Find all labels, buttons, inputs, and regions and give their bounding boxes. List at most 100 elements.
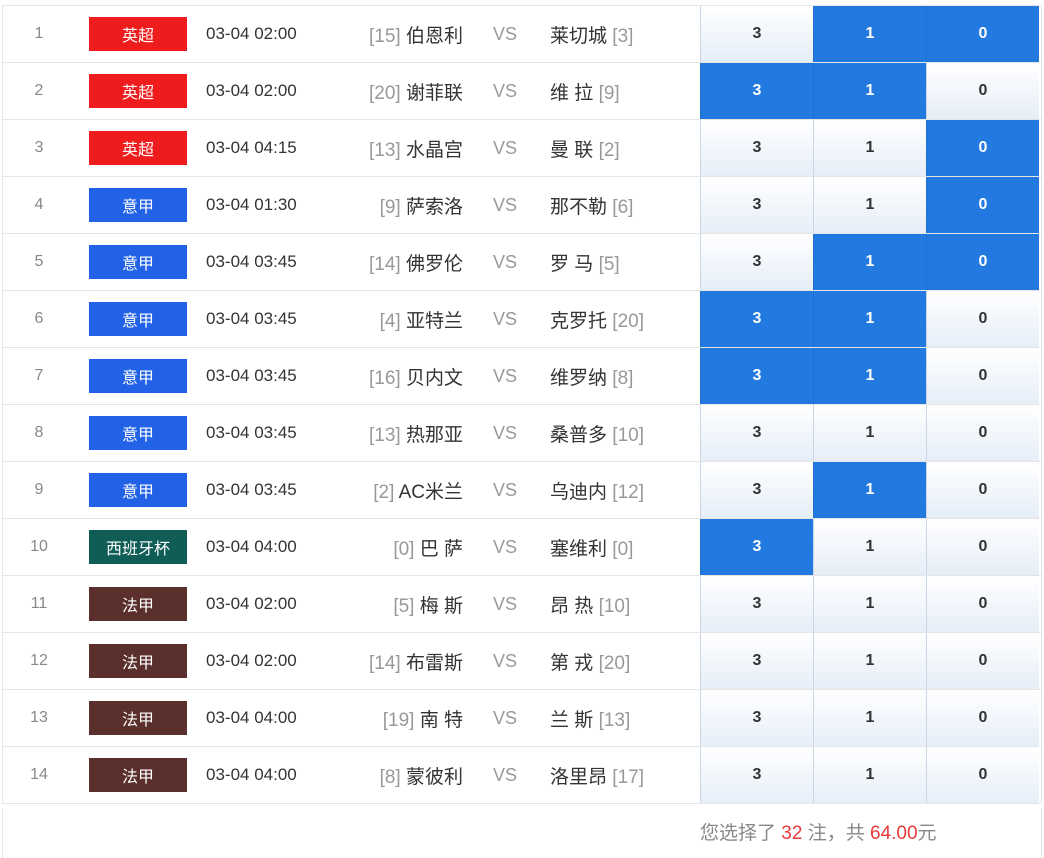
odds-group: 310 (700, 291, 1039, 347)
vs-label: VS (492, 137, 517, 158)
odds-group: 310 (700, 177, 1039, 233)
odds-option-1[interactable]: 1 (813, 348, 926, 404)
odds-option-3[interactable]: 3 (700, 120, 813, 176)
odds-option-0[interactable]: 0 (926, 234, 1039, 290)
odds-option-3[interactable]: 3 (700, 348, 813, 404)
odds-option-1[interactable]: 1 (813, 234, 926, 290)
match-index: 8 (34, 424, 44, 441)
match-index: 5 (34, 253, 44, 270)
match-row: 10 西班牙杯 03-04 04:00 [0] 巴 萨 VS 塞维利 [0] 3 1 0 (3, 519, 1041, 576)
vs-label: VS (492, 365, 517, 386)
away-rank: [2] (598, 139, 620, 161)
league-badge: 意甲 (89, 302, 187, 336)
odds-option-0[interactable]: 0 (926, 405, 1039, 461)
league-badge: 意甲 (89, 359, 187, 393)
odds-option-1[interactable]: 1 (813, 63, 926, 119)
match-row: 13 法甲 03-04 04:00 [19] 南 特 VS 兰 斯 [13] 3 1 0 (3, 690, 1041, 747)
match-index: 12 (30, 652, 48, 669)
odds-option-1[interactable]: 1 (813, 291, 926, 347)
odds-group: 310 (700, 747, 1039, 803)
summary-suffix: 元 (917, 823, 937, 844)
home-team-name: 热那亚 (405, 424, 463, 446)
odds-option-1[interactable]: 1 (813, 747, 926, 803)
odds-option-3[interactable]: 3 (700, 633, 813, 689)
odds-option-0[interactable]: 0 (926, 120, 1039, 176)
vs-label: VS (492, 536, 517, 557)
odds-option-0[interactable]: 0 (926, 291, 1039, 347)
odds-option-0[interactable]: 0 (926, 177, 1039, 233)
odds-option-0[interactable]: 0 (926, 519, 1039, 575)
odds-group: 310 (700, 348, 1039, 404)
odds-option-3[interactable]: 3 (700, 405, 813, 461)
odds-option-3[interactable]: 3 (700, 519, 813, 575)
match-index: 13 (30, 709, 48, 726)
away-rank: [10] (598, 595, 631, 617)
odds-option-0[interactable]: 0 (926, 348, 1039, 404)
match-row: 11 法甲 03-04 02:00 [5] 梅 斯 VS 昂 热 [10] 3 1 0 (3, 576, 1041, 633)
odds-option-3[interactable]: 3 (700, 6, 813, 62)
away-rank: [20] (612, 310, 644, 332)
away-team-name: 罗 马 (550, 253, 594, 275)
away-team-name: 洛里昂 (550, 766, 608, 788)
home-team-name: 蒙彼利 (405, 766, 463, 788)
home-team: [4] 亚特兰 (333, 306, 463, 333)
odds-option-3[interactable]: 3 (700, 462, 813, 518)
odds-option-1[interactable]: 1 (813, 177, 926, 233)
vs-label: VS (492, 308, 517, 329)
odds-option-0[interactable]: 0 (926, 462, 1039, 518)
odds-option-0[interactable]: 0 (926, 576, 1039, 632)
summary-prefix: 您选择了 (700, 823, 782, 844)
away-rank: [20] (598, 652, 631, 674)
odds-option-3[interactable]: 3 (700, 690, 813, 746)
away-team: 兰 斯 [13] (550, 705, 690, 732)
odds-option-1[interactable]: 1 (813, 405, 926, 461)
home-team: [8] 蒙彼利 (333, 762, 463, 789)
match-index: 6 (34, 310, 44, 327)
away-team-name: 维 拉 (550, 82, 594, 104)
home-rank: [9] (379, 196, 401, 218)
odds-option-3[interactable]: 3 (700, 291, 813, 347)
home-rank: [14] (369, 253, 401, 275)
odds-option-3[interactable]: 3 (700, 63, 813, 119)
match-index: 7 (34, 367, 44, 384)
home-team-name: 贝内文 (405, 367, 463, 389)
odds-option-1[interactable]: 1 (813, 120, 926, 176)
odds-group: 310 (700, 519, 1039, 575)
odds-option-1[interactable]: 1 (813, 690, 926, 746)
home-team-name: 谢菲联 (405, 82, 463, 104)
odds-option-1[interactable]: 1 (813, 6, 926, 62)
home-team: [2] AC米兰 (333, 477, 463, 504)
vs-label: VS (492, 23, 517, 44)
odds-group: 310 (700, 462, 1039, 518)
odds-option-3[interactable]: 3 (700, 747, 813, 803)
odds-option-0[interactable]: 0 (926, 690, 1039, 746)
odds-option-0[interactable]: 0 (926, 747, 1039, 803)
odds-option-3[interactable]: 3 (700, 576, 813, 632)
home-team: [13] 水晶宫 (333, 135, 463, 162)
away-rank: [8] (612, 367, 634, 389)
odds-group: 310 (700, 63, 1039, 119)
odds-option-0[interactable]: 0 (926, 633, 1039, 689)
match-index: 14 (30, 766, 48, 783)
home-team-name: 佛罗伦 (405, 253, 463, 275)
vs-label: VS (492, 194, 517, 215)
home-team-name: 梅 斯 (419, 595, 463, 617)
league-badge: 意甲 (89, 473, 187, 507)
odds-group: 310 (700, 690, 1039, 746)
match-index: 11 (30, 595, 48, 612)
away-team: 维 拉 [9] (550, 78, 690, 105)
odds-option-3[interactable]: 3 (700, 234, 813, 290)
odds-option-0[interactable]: 0 (926, 6, 1039, 62)
odds-option-1[interactable]: 1 (813, 519, 926, 575)
odds-option-1[interactable]: 1 (813, 576, 926, 632)
home-rank: [15] (369, 25, 401, 47)
away-team: 洛里昂 [17] (550, 762, 690, 789)
odds-option-0[interactable]: 0 (926, 63, 1039, 119)
odds-option-3[interactable]: 3 (700, 177, 813, 233)
odds-option-1[interactable]: 1 (813, 633, 926, 689)
odds-option-1[interactable]: 1 (813, 462, 926, 518)
league-badge: 西班牙杯 (89, 530, 187, 564)
bet-count: 32 (781, 823, 803, 844)
league-badge: 英超 (89, 74, 187, 108)
home-rank: [13] (369, 424, 401, 446)
